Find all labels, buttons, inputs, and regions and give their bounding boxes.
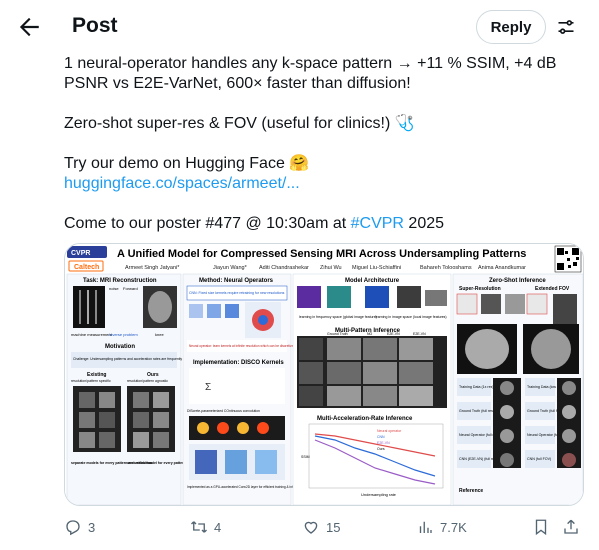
svg-text:Neural operator: Neural operator — [377, 429, 402, 433]
tweet-line-results: 1 neural-operator handles any k-space pa… — [64, 55, 557, 92]
svg-text:Armeet Singh Jatyani*: Armeet Singh Jatyani* — [125, 265, 180, 271]
bookmark-icon — [535, 519, 547, 536]
svg-text:Implemented as a GPU-accelerat: Implemented as a GPU-accelerated Conv2D … — [187, 485, 304, 489]
tweet-line-demo: Try our demo on Hugging Face 🤗 — [64, 154, 584, 174]
svg-text:Σ: Σ — [205, 382, 211, 393]
svg-text:E2E-VN: E2E-VN — [413, 332, 426, 336]
svg-text:noise: noise — [109, 286, 119, 291]
svg-text:E2E-VN: E2E-VN — [387, 332, 400, 336]
tweet-action-bar: 3 4 15 7.7K — [64, 516, 584, 540]
poster-title: A Unified Model for Compressed Sensing M… — [117, 248, 526, 260]
svg-text:Model Architecture: Model Architecture — [345, 278, 400, 284]
poster-year: 2025 — [403, 215, 445, 232]
stethoscope-icon: 🩺 — [394, 115, 415, 132]
svg-text:Zihui Wu: Zihui Wu — [320, 265, 342, 271]
like-count: 15 — [326, 519, 341, 535]
reply-count: 3 — [88, 519, 96, 535]
svg-text:Bahareh Tolooshams: Bahareh Tolooshams — [420, 265, 472, 271]
views-count: 7.7K — [440, 519, 467, 535]
repost-count: 4 — [214, 519, 222, 535]
svg-text:Reference: Reference — [459, 488, 483, 494]
svg-text:CNN: CNN — [377, 435, 385, 439]
svg-text:knee: knee — [155, 332, 164, 337]
demo-text: Try our demo on Hugging Face — [64, 155, 285, 172]
svg-text:DIScrete-parameterized COntinu: DIScrete-parameterized COntinuous convol… — [187, 409, 260, 413]
svg-text:Ground Truth (full res): Ground Truth (full res) — [459, 409, 494, 413]
svg-text:Zero-Shot Inference: Zero-Shot Inference — [489, 278, 546, 284]
accel-chart: Neural operator CNN E2E-VN Ours SSIM Und… — [301, 423, 444, 497]
svg-text:learning in image space (local: learning in image space (local image fea… — [375, 315, 447, 319]
page-title: Post — [72, 14, 118, 37]
svg-text:CNN (full FOV): CNN (full FOV) — [527, 457, 551, 461]
svg-text:Miguel Liu-Schiaffini: Miguel Liu-Schiaffini — [352, 265, 401, 271]
svg-text:Inverse problem: Inverse problem — [109, 332, 138, 337]
svg-text:Multi-Acceleration-Rate Infere: Multi-Acceleration-Rate Inference — [317, 416, 413, 422]
poster-image[interactable]: CVPR Caltech A Unified Model for Compres… — [64, 243, 584, 506]
svg-text:Undersampling rate: Undersampling rate — [361, 492, 397, 497]
tweet-line-poster: Come to our poster #477 @ 10:30am at #CV… — [64, 214, 584, 234]
repost-action[interactable]: 4 — [190, 518, 221, 536]
multi-pattern-grid — [297, 336, 447, 408]
svg-text:learning in frequency space (g: learning in frequency space (global imag… — [299, 315, 377, 319]
svg-text:CNN (E2E-VN) (full res): CNN (E2E-VN) (full res) — [459, 457, 497, 461]
svg-text:Jiayun Wang*: Jiayun Wang* — [213, 265, 248, 271]
post-header: Post Reply — [0, 0, 599, 54]
repost-icon — [191, 521, 207, 533]
svg-text:Neural Operator (full res): Neural Operator (full res) — [459, 433, 499, 437]
poster-col-zeroshot: Zero-Shot Inference Super-Resolution Ext… — [452, 273, 583, 505]
like-action[interactable]: 15 — [302, 518, 340, 536]
poster-col-architecture: Model Architecture learning in frequency… — [292, 273, 452, 505]
filter-icon[interactable] — [556, 17, 576, 37]
svg-text:SSIM: SSIM — [301, 455, 310, 459]
svg-text:Existing: Existing — [87, 372, 106, 378]
svg-text:Training Data (1x res): Training Data (1x res) — [459, 385, 494, 389]
svg-text:Extended FOV: Extended FOV — [535, 286, 570, 292]
demo-link[interactable]: huggingface.co/spaces/armeet/... — [64, 174, 584, 194]
svg-text:Implementation: DISCO Kernels: Implementation: DISCO Kernels — [193, 360, 284, 366]
hugging-face-icon: 🤗 — [289, 155, 310, 172]
bookmark-action[interactable] — [532, 518, 550, 536]
reply-icon — [66, 520, 80, 536]
svg-text:NO: NO — [367, 332, 373, 336]
svg-text:Motivation: Motivation — [105, 344, 135, 350]
svg-text:resolution/pattern agnostic: resolution/pattern agnostic — [127, 379, 168, 383]
svg-text:Aditi Chandrashekar: Aditi Chandrashekar — [259, 265, 309, 271]
views-action[interactable]: 7.7K — [416, 518, 467, 536]
views-icon — [419, 521, 432, 533]
poster-text: Come to our poster #477 @ 10:30am at — [64, 215, 351, 232]
svg-text:Method: Neural Operators: Method: Neural Operators — [199, 278, 274, 284]
svg-text:Ours: Ours — [147, 372, 159, 378]
tweet-line-zeroshot: Zero-shot super-res & FOV (useful for cl… — [64, 114, 584, 134]
share-icon — [564, 519, 578, 534]
tweet-text: 1 neural-operator handles any k-space pa… — [64, 54, 584, 234]
svg-text:Task: MRI Reconstruction: Task: MRI Reconstruction — [83, 278, 157, 284]
cvpr-hashtag[interactable]: #CVPR — [351, 215, 404, 232]
svg-text:E2E-VN: E2E-VN — [377, 441, 390, 445]
svg-text:machine measurement: machine measurement — [71, 332, 113, 337]
zeroshot-text: Zero-shot super-res & FOV (useful for cl… — [64, 115, 391, 132]
svg-text:Forward: Forward — [123, 286, 138, 291]
back-arrow-icon[interactable] — [16, 14, 42, 40]
cvpr-logo: CVPR — [71, 250, 90, 257]
svg-text:CNN: Fixed size kernels requir: CNN: Fixed size kernels require retraini… — [189, 291, 285, 295]
svg-text:Ground Truth: Ground Truth — [327, 332, 348, 336]
svg-text:Anima Anandkumar: Anima Anandkumar — [478, 265, 526, 271]
caltech-logo: Caltech — [74, 264, 99, 271]
reply-action[interactable]: 3 — [64, 518, 95, 536]
share-action[interactable] — [562, 518, 580, 536]
qr-code — [554, 245, 582, 273]
svg-text:Super-Resolution: Super-Resolution — [459, 286, 501, 292]
svg-text:resolution/pattern specific: resolution/pattern specific — [71, 379, 111, 383]
reply-button[interactable]: Reply — [476, 10, 546, 44]
heart-icon — [304, 521, 318, 534]
svg-text:Ours: Ours — [377, 447, 385, 451]
